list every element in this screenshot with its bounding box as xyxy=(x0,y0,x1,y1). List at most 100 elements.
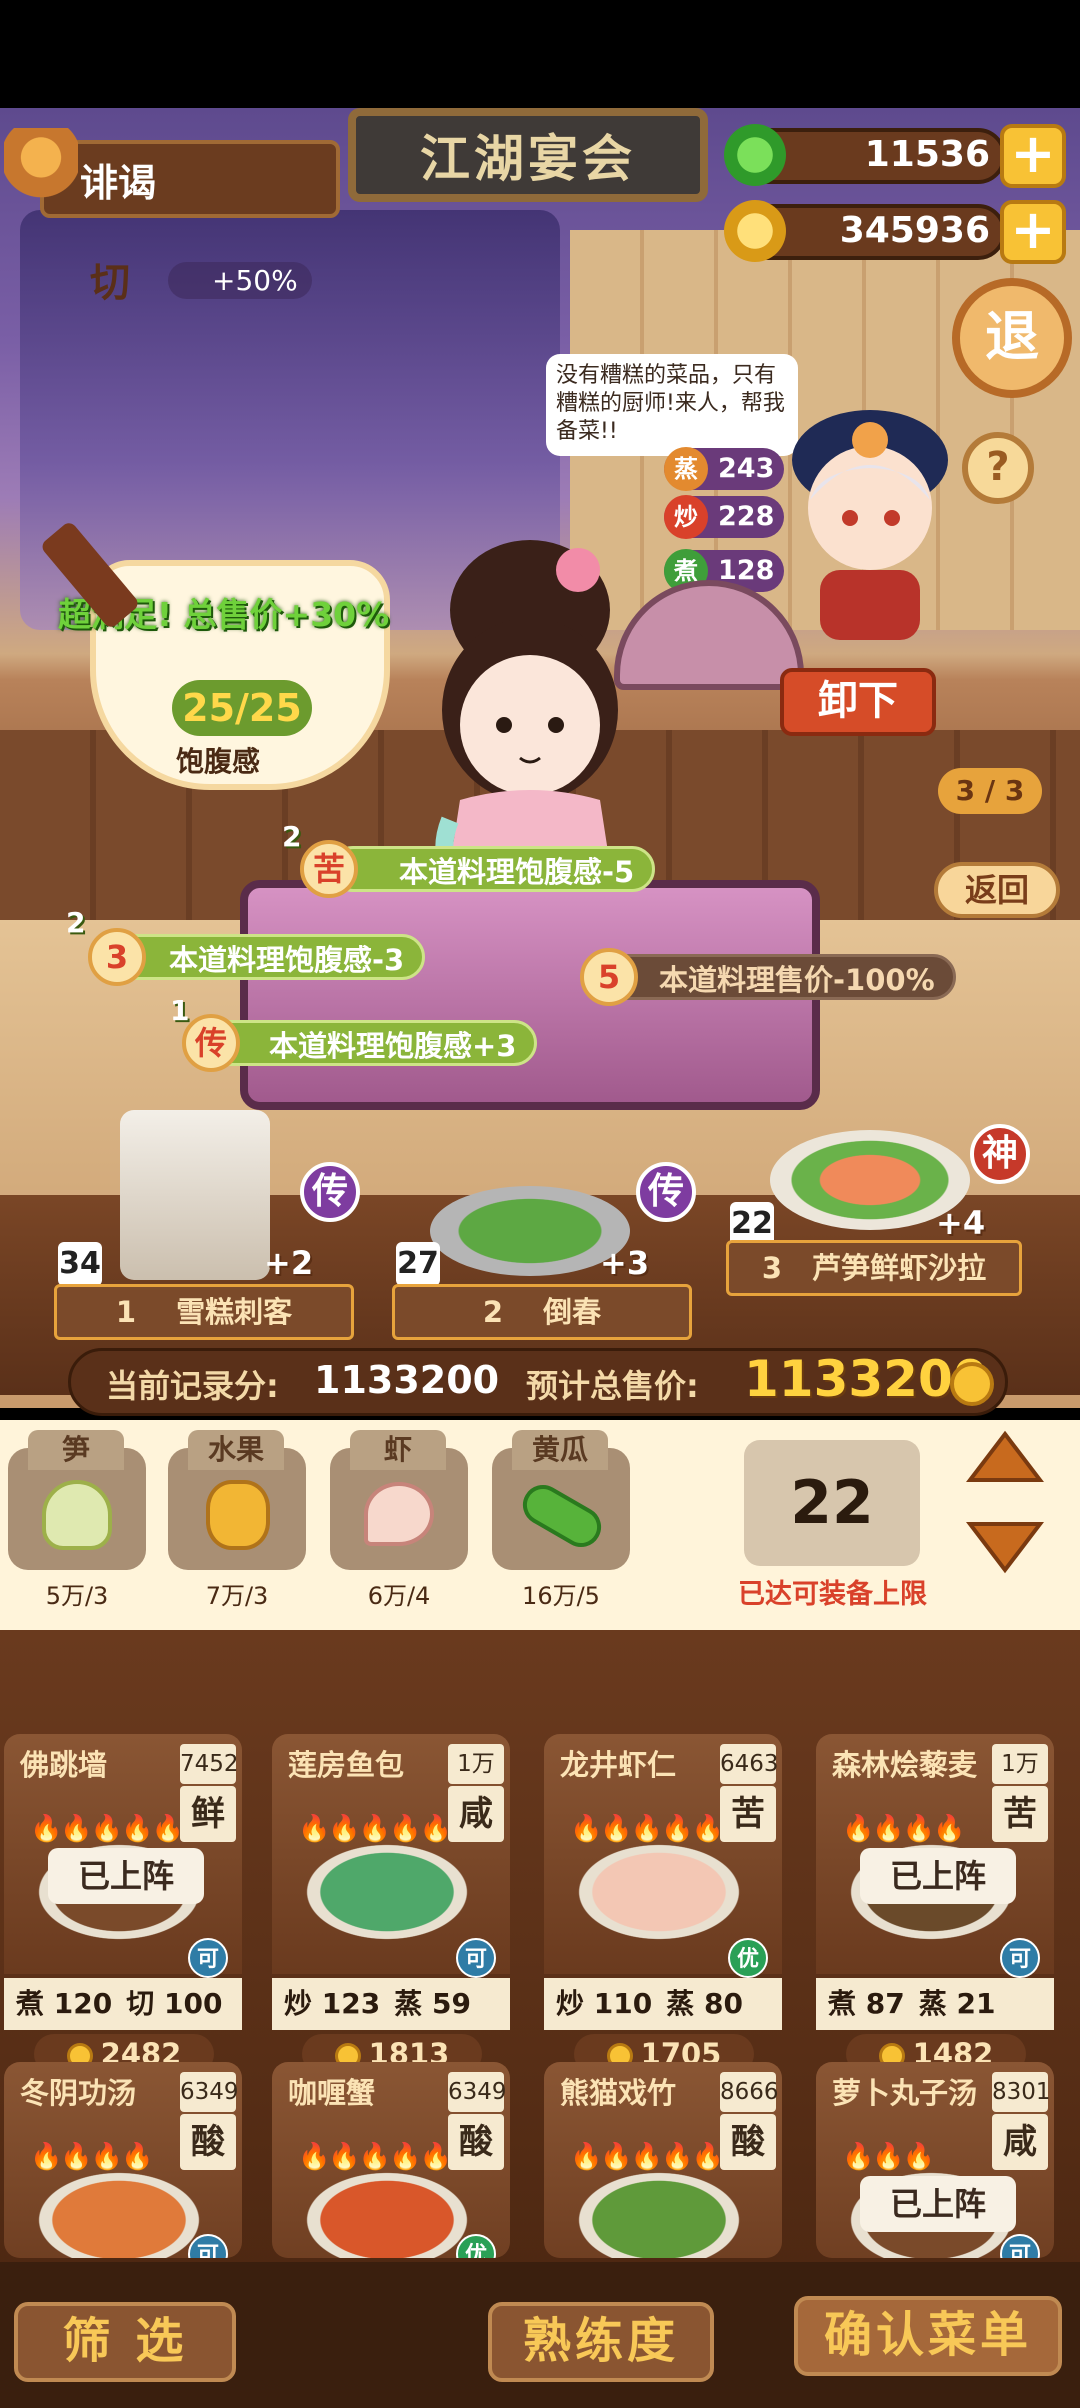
dish-star-rating-icon: 🔥🔥🔥 xyxy=(842,2142,935,2172)
chef-character[interactable] xyxy=(770,390,970,640)
served-dish-2-slot[interactable]: 2 倒春 xyxy=(392,1284,692,1340)
served-dish-3-slot[interactable]: 3 芦笋鲜虾沙拉 xyxy=(726,1240,1022,1296)
effect-bitter: 本道料理饱腹感-5 xyxy=(330,846,656,892)
dish-star-rating-icon: 🔥🔥🔥🔥 xyxy=(842,1814,965,1844)
dish-card[interactable]: 冬阴功汤 6349 酸 🔥🔥🔥🔥 可 xyxy=(4,2062,242,2258)
skill-1-name: 炒 xyxy=(284,1987,313,2020)
on-stage-label: 已上阵 xyxy=(860,1848,1016,1904)
served-dish-2-name: 倒春 xyxy=(543,1295,602,1329)
satiety-label: 饱腹感 xyxy=(176,745,261,778)
dish-skill-requirements: 炒 110 蒸 80 xyxy=(544,1978,782,2030)
dish-name: 佛跳墙 xyxy=(20,1748,108,1782)
five-badge-icon: 5 xyxy=(580,948,638,1006)
served-dish-1-art xyxy=(120,1110,270,1280)
dish-card[interactable]: 佛跳墙 7452 鲜 🔥🔥🔥🔥🔥 已上阵可煮 120 切 100 2482 xyxy=(4,1734,242,2074)
return-button[interactable]: 返回 xyxy=(934,862,1060,918)
skill-2-value: 80 xyxy=(703,1987,743,2020)
dish-flavor: 苦 xyxy=(992,1786,1048,1842)
effect-three: 本道料理饱腹感-3 xyxy=(100,934,426,980)
dish-flavor: 酸 xyxy=(720,2114,776,2170)
served-dish-1-name: 雪糕刺客 xyxy=(176,1295,293,1329)
dish-skill-requirements: 煮 87 蒸 21 xyxy=(816,1978,1054,2030)
event-title: 江湖宴会 xyxy=(348,108,708,202)
dish-flavor: 咸 xyxy=(992,2114,1048,2170)
scroll-down-arrow-icon[interactable] xyxy=(966,1520,1044,1574)
dish-card[interactable]: 森林烩藜麦 1万苦 🔥🔥🔥🔥 已上阵可煮 87 蒸 21 1482 xyxy=(816,1734,1054,2074)
dish-grade-badge: 可 xyxy=(188,1938,228,1978)
skill-2-value: 100 xyxy=(163,1987,223,2020)
ingredient-shrimp-name: 虾 xyxy=(350,1430,446,1470)
dish-star-rating-icon: 🔥🔥🔥🔥🔥 xyxy=(570,2142,724,2172)
exit-button[interactable]: 退 xyxy=(952,278,1072,398)
dish-name: 冬阴功汤 xyxy=(20,2076,137,2110)
served-dish-1-bonus: +2 xyxy=(264,1244,314,1282)
dish-grade-badge: 优 xyxy=(728,1938,768,1978)
shrimp-icon xyxy=(364,1482,434,1546)
ingredient-fruit-name: 水果 xyxy=(188,1430,284,1470)
steam-skill-icon: 蒸 xyxy=(664,447,708,491)
ingredient-bamboo-name: 笋 xyxy=(28,1430,124,1470)
skill-1-value: 87 xyxy=(865,1987,905,2020)
dish-skill-requirements: 煮 120 切 100 xyxy=(4,1978,242,2030)
skill-1-value: 110 xyxy=(593,1987,653,2020)
dish-card[interactable]: 莲房鱼包 1万咸 🔥🔥🔥🔥🔥 可炒 123 蒸 59 1813 xyxy=(272,1734,510,2074)
proficiency-button[interactable]: 熟练度 xyxy=(488,2302,714,2382)
dish-art xyxy=(574,1842,744,1942)
total-price-label: 预计总售价: xyxy=(526,1367,699,1405)
filter-button[interactable]: 筛 选 xyxy=(14,2302,236,2382)
dish-name: 咖喱蟹 xyxy=(288,2076,376,2110)
skill-1-name: 煮 xyxy=(828,1987,857,2020)
ingredient-cucumber-count: 16万/5 xyxy=(522,1582,600,1610)
dish-star-rating-icon: 🔥🔥🔥🔥🔥 xyxy=(570,1814,724,1844)
dish-card[interactable]: 龙井虾仁 6463 苦 🔥🔥🔥🔥🔥 优炒 110 蒸 80 1705 xyxy=(544,1734,782,2074)
skill-2-name: 蒸 xyxy=(394,1987,423,2020)
effect-legend-count: 1 xyxy=(170,994,190,1027)
record-score-label: 当前记录分: xyxy=(106,1367,279,1405)
slot-limit-note: 已达可装备上限 xyxy=(738,1579,927,1610)
served-dish-2-bonus: +3 xyxy=(600,1244,650,1282)
dish-star-rating-icon: 🔥🔥🔥🔥 xyxy=(30,2142,153,2172)
dish-star-rating-icon: 🔥🔥🔥🔥🔥 xyxy=(298,2142,452,2172)
dish-price-tag: 1万 xyxy=(992,1744,1048,1784)
add-coin-button[interactable]: + xyxy=(1000,200,1066,264)
unload-button[interactable]: 卸下 xyxy=(780,668,936,736)
dish-card[interactable]: 咖喱蟹 6349 酸 🔥🔥🔥🔥🔥 优 xyxy=(272,2062,510,2258)
served-dish-3-index: 3 xyxy=(761,1251,783,1285)
satiety-counter: 25/25 xyxy=(172,680,312,736)
ingredient-shrimp-count: 6万/4 xyxy=(367,1582,431,1610)
served-dish-1-slot[interactable]: 1 雪糕刺客 xyxy=(54,1284,354,1340)
skill-1-value: 120 xyxy=(53,1987,113,2020)
skill-2-name: 切 xyxy=(126,1987,155,2020)
effect-three-count: 2 xyxy=(66,906,86,939)
on-stage-label: 已上阵 xyxy=(48,1848,204,1904)
scroll-up-arrow-icon[interactable] xyxy=(966,1430,1044,1484)
player-avatar[interactable] xyxy=(4,128,78,212)
dish-star-rating-icon: 🔥🔥🔥🔥🔥 xyxy=(298,1814,452,1844)
dish-grade-badge: 可 xyxy=(1000,1938,1040,1978)
served-dish-2-rank: 传 xyxy=(636,1162,696,1222)
served-dish-3-bonus: +4 xyxy=(936,1204,986,1242)
help-button[interactable]: ? xyxy=(962,432,1034,504)
served-dish-1-rank: 传 xyxy=(300,1162,360,1222)
record-score-value: 1133200 xyxy=(314,1358,500,1402)
dish-card[interactable]: 熊猫戏竹 8666 酸 🔥🔥🔥🔥🔥 xyxy=(544,2062,782,2258)
dish-name: 莲房鱼包 xyxy=(288,1748,405,1782)
chef-speech-bubble: 没有糟糕的菜品，只有糟糕的厨师!来人，帮我备菜!! xyxy=(546,354,798,456)
player-name: 诽谒 xyxy=(80,161,157,205)
dish-price-tag: 6349 xyxy=(448,2072,507,2112)
served-dish-2-index: 2 xyxy=(482,1295,504,1329)
fruit-icon xyxy=(206,1480,270,1550)
dish-price-tag: 7452 xyxy=(180,1744,239,1784)
dish-card[interactable]: 萝卜丸子汤 8301 咸 🔥🔥🔥 已上阵可 xyxy=(816,2062,1054,2258)
dish-price-tag: 6463 xyxy=(720,1744,779,1784)
confirm-menu-button[interactable]: 确认菜单 xyxy=(794,2296,1062,2376)
add-jade-button[interactable]: + xyxy=(1000,124,1066,188)
ingredient-cucumber-name: 黄瓜 xyxy=(512,1430,608,1470)
status-bar xyxy=(0,0,1080,108)
dish-flavor: 咸 xyxy=(448,1786,504,1842)
dish-price-tag: 8301 xyxy=(992,2072,1051,2112)
effect-bitter-count: 2 xyxy=(282,820,302,853)
skill-2-name: 蒸 xyxy=(666,1987,695,2020)
bitter-badge-icon: 苦 xyxy=(300,840,358,898)
dish-grade-badge: 可 xyxy=(456,1938,496,1978)
